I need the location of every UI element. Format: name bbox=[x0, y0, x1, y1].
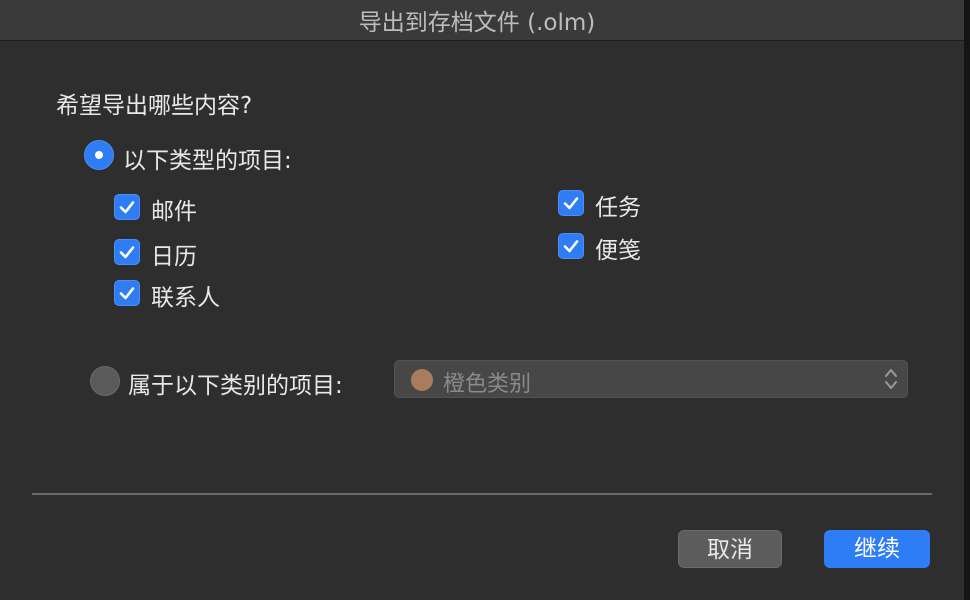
checkbox-notes-label: 便笺 bbox=[595, 238, 641, 264]
checkbox-notes[interactable] bbox=[558, 233, 584, 259]
checkbox-tasks[interactable] bbox=[558, 190, 584, 216]
checkbox-calendar[interactable] bbox=[114, 239, 140, 265]
export-dialog: 导出到存档文件 (.olm) 希望导出哪些内容? 以下类型的项目: 邮件 日历 … bbox=[0, 0, 964, 600]
cancel-button[interactable]: 取消 bbox=[678, 530, 782, 568]
chevron-up-down-icon bbox=[883, 366, 899, 396]
checkbox-calendar-label: 日历 bbox=[151, 244, 197, 270]
checkmark-icon bbox=[119, 246, 135, 259]
checkbox-mail[interactable] bbox=[114, 194, 140, 220]
checkmark-icon bbox=[563, 197, 579, 210]
checkmark-icon bbox=[119, 201, 135, 214]
background-window-edge bbox=[964, 0, 970, 600]
window-title: 导出到存档文件 (.olm) bbox=[358, 10, 596, 36]
divider bbox=[32, 493, 932, 495]
category-color-swatch bbox=[411, 369, 433, 391]
category-popup[interactable]: 橙色类别 bbox=[394, 360, 908, 398]
checkbox-contacts-label: 联系人 bbox=[151, 285, 220, 311]
radio-by-type-label: 以下类型的项目: bbox=[123, 148, 292, 174]
category-popup-value: 橙色类别 bbox=[443, 372, 532, 397]
checkbox-mail-label: 邮件 bbox=[151, 199, 197, 225]
question-label: 希望导出哪些内容? bbox=[56, 93, 253, 119]
radio-by-category-label: 属于以下类别的项目: bbox=[128, 373, 343, 399]
checkbox-tasks-label: 任务 bbox=[595, 195, 641, 221]
continue-button[interactable]: 继续 bbox=[824, 530, 930, 568]
checkmark-icon bbox=[563, 240, 579, 253]
radio-by-category[interactable] bbox=[90, 366, 120, 396]
title-bar: 导出到存档文件 (.olm) bbox=[0, 0, 964, 41]
radio-by-type[interactable] bbox=[84, 140, 114, 170]
checkmark-icon bbox=[119, 287, 135, 300]
checkbox-contacts[interactable] bbox=[114, 280, 140, 306]
